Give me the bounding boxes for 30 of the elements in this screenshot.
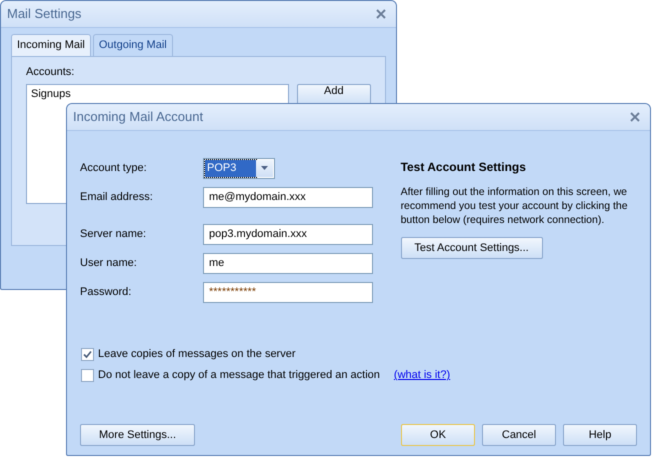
input-field[interactable]: me@mydomain.xxx [203, 186, 373, 208]
field-label: Account type: [80, 160, 148, 176]
field-label: Server name: [80, 226, 148, 242]
window-title: Incoming Mail Account [73, 108, 204, 126]
field-label: User name: [80, 256, 138, 271]
dialog-button[interactable]: Help [563, 424, 637, 446]
checkbox[interactable] [81, 369, 94, 382]
input-field[interactable]: me [203, 252, 373, 274]
accounts-label: Accounts: [26, 64, 76, 80]
account-type-dropdown[interactable]: POP3 [203, 158, 275, 178]
checkbox-label[interactable]: Do not leave a copy of a message that triggered an action [98, 367, 380, 384]
input-field[interactable]: pop3.mydomain.xxx [203, 224, 373, 244]
description-text: After filling out the information on this screen, we recommend you test your account by clicking the button below (requires network connection). [400, 185, 629, 227]
dialog-button[interactable]: Cancel [482, 424, 556, 446]
tab[interactable]: Incoming Mail [11, 34, 91, 56]
password-field[interactable]: *********** [203, 282, 373, 302]
section-heading: Test Account Settings [400, 159, 527, 176]
window-title: Mail Settings [7, 5, 82, 24]
checkbox-label[interactable]: Leave copies of messages on the server [98, 346, 296, 363]
test-account-settings-button[interactable]: Test Account Settings... [400, 237, 543, 259]
field-label: Password: [80, 284, 132, 300]
dialog-button[interactable]: OK [401, 424, 475, 446]
list-item[interactable]: Signups [31, 86, 284, 102]
close-icon[interactable] [630, 112, 640, 122]
checkbox[interactable] [81, 348, 94, 361]
dialog-button[interactable]: More Settings... [80, 424, 196, 446]
dropdown-arrow-icon [261, 166, 268, 170]
close-icon[interactable] [376, 9, 386, 19]
help-link[interactable]: (what is it?) [394, 367, 450, 384]
field-label: Email address: [80, 190, 154, 205]
